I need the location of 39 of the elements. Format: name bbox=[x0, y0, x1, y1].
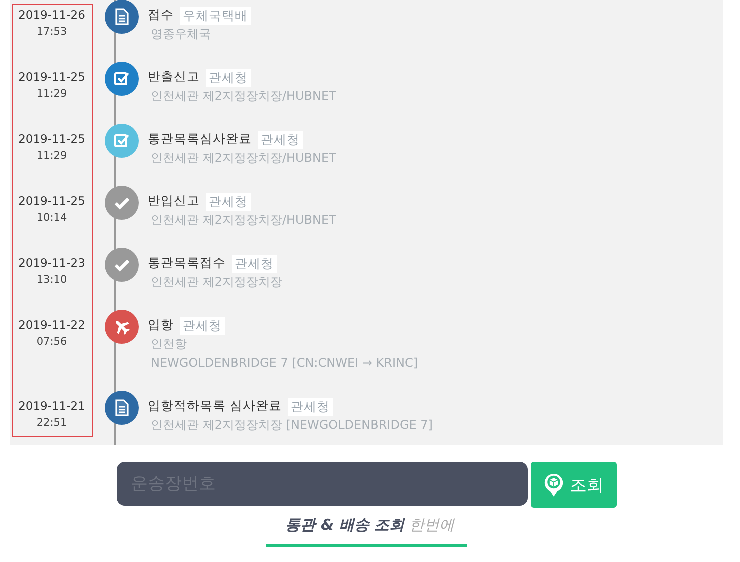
status-title: 입항적하목록 심사완료 bbox=[148, 398, 282, 415]
status-title: 통관목록심사완료 bbox=[148, 131, 252, 148]
agency-tag: 관세청 bbox=[288, 398, 333, 416]
agency-tag: 관세청 bbox=[180, 316, 225, 334]
status-title: 통관목록접수 bbox=[148, 255, 226, 272]
event-time: 22:51 bbox=[36, 416, 68, 430]
agency-tag: 관세청 bbox=[258, 130, 303, 148]
event-time: 11:29 bbox=[36, 149, 68, 163]
location-text: 영종우체국 bbox=[151, 26, 211, 43]
event-date: 2019-11-26 bbox=[18, 7, 86, 24]
status-title: 반출신고 bbox=[148, 69, 200, 86]
event-date: 2019-11-25 bbox=[18, 69, 86, 86]
map-pin-icon bbox=[544, 472, 564, 498]
event-time: 17:53 bbox=[36, 25, 68, 39]
search-button[interactable]: 조회 bbox=[531, 462, 617, 508]
agency-tag: 관세청 bbox=[232, 254, 277, 272]
location-text: NEWGOLDENBRIDGE 7 [CN:CNWEI → KRINC] bbox=[151, 355, 418, 372]
agency-tag: 관세청 bbox=[206, 68, 251, 86]
event-time: 10:14 bbox=[36, 211, 68, 225]
location-text: 인천세관 제2지정장치장/HUBNET bbox=[151, 150, 336, 167]
agency-tag: 관세청 bbox=[206, 192, 251, 210]
location-text: 인천세관 제2지정장치장 [NEWGOLDENBRIDGE 7] bbox=[151, 417, 433, 434]
event-time: 11:29 bbox=[36, 87, 68, 101]
location-text: 인천세관 제2지정장치장/HUBNET bbox=[151, 88, 336, 105]
event-date: 2019-11-23 bbox=[18, 255, 86, 272]
tagline: 통관 & 배송 조회 한번에 bbox=[284, 516, 456, 535]
status-title: 반입신고 bbox=[148, 193, 200, 210]
event-date: 2019-11-25 bbox=[18, 193, 86, 210]
location-text: 인천세관 제2지정장치장/HUBNET bbox=[151, 212, 336, 229]
event-time: 07:56 bbox=[36, 335, 68, 349]
status-title: 입항 bbox=[148, 317, 174, 334]
location-text: 인천항 bbox=[151, 336, 187, 353]
event-date: 2019-11-21 bbox=[18, 398, 86, 415]
agency-tag: 우체국택배 bbox=[180, 6, 251, 24]
location-text: 인천세관 제2지정장치장 bbox=[151, 274, 282, 291]
event-date: 2019-11-22 bbox=[18, 317, 86, 334]
event-date: 2019-11-25 bbox=[18, 131, 86, 148]
event-time: 13:10 bbox=[36, 273, 68, 287]
status-title: 접수 bbox=[148, 7, 174, 24]
